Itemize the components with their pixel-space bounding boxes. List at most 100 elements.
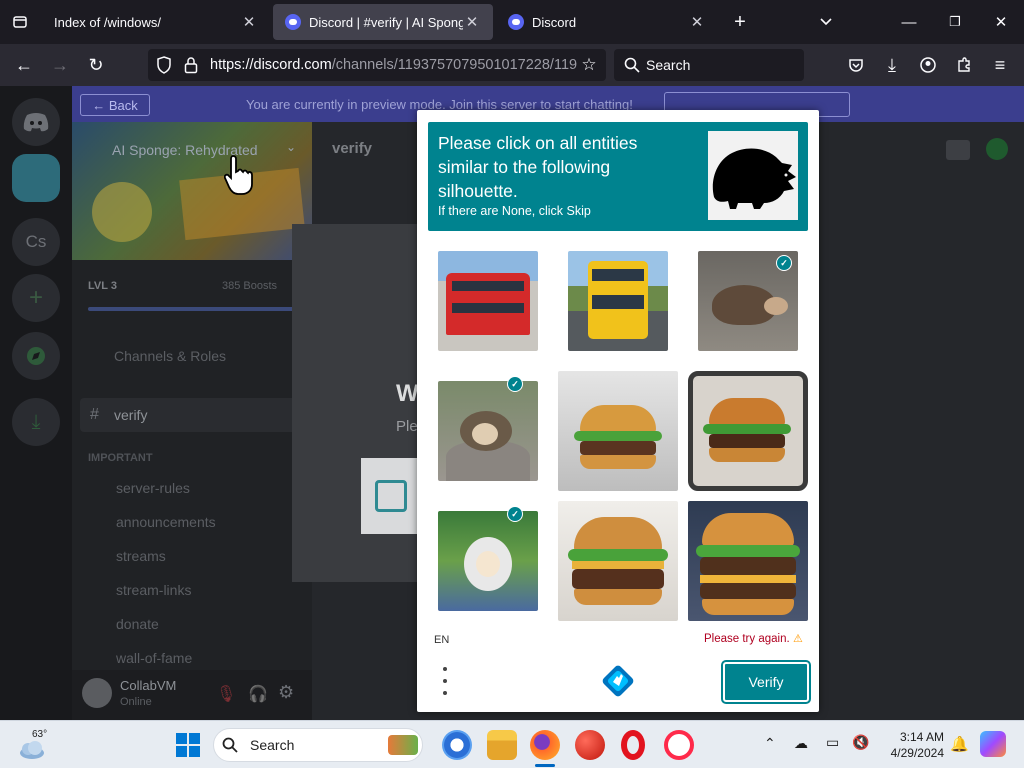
menu-hamburger-icon[interactable]: ≡ [982, 44, 1018, 86]
shield-icon[interactable] [156, 56, 172, 79]
lock-icon[interactable] [184, 56, 198, 79]
server-ai-sponge-icon[interactable] [12, 154, 60, 202]
chrome-like-browser-icon[interactable] [442, 730, 472, 760]
back-arrow-icon: ← [92, 97, 109, 113]
onedrive-icon[interactable]: ☁ [794, 735, 808, 752]
reload-icon[interactable]: ↻ [78, 44, 114, 86]
language-selector[interactable]: EN [434, 634, 449, 646]
system-clock[interactable]: 3:14 AM 4/29/2024 [886, 729, 944, 761]
search-input[interactable]: Search [614, 49, 804, 81]
server-boosts[interactable]: 385 Boosts [222, 280, 277, 292]
settings-gear-icon[interactable]: ⚙ [278, 682, 294, 703]
download-apps-icon[interactable]: ⤓ [12, 398, 60, 446]
help-icon[interactable] [986, 138, 1008, 160]
close-tab-icon[interactable]: ✕ [240, 13, 258, 31]
tab-discord-verify[interactable]: Discord | #verify | AI Sponge: Re ✕ [273, 4, 493, 40]
channel-stream-links[interactable]: stream-links [116, 582, 191, 598]
windows-start-icon[interactable] [176, 733, 200, 762]
tray-chevron-icon[interactable]: ⌃ [764, 735, 776, 752]
firefox-icon[interactable] [530, 730, 560, 760]
spongebob-art [92, 182, 152, 242]
captcha-tile-selected[interactable]: ✓ [688, 241, 808, 361]
cheese [572, 561, 664, 569]
tab-discord[interactable]: Discord ✕ [496, 4, 718, 40]
background-checkbox[interactable] [375, 480, 407, 512]
pocket-icon[interactable] [838, 44, 874, 86]
restore-icon[interactable]: ❐ [932, 0, 978, 44]
downloads-icon[interactable]: ⤓ [874, 44, 910, 86]
captcha-tile[interactable] [688, 371, 808, 491]
guild-sidebar: Cs + ⤓ [0, 86, 72, 720]
channels-roles-link[interactable]: Channels & Roles [114, 348, 226, 364]
close-tab-icon[interactable]: ✕ [463, 13, 481, 31]
captcha-tile[interactable] [558, 371, 678, 491]
account-icon[interactable] [910, 44, 946, 86]
channel-name: verify [114, 407, 148, 423]
bookmark-star-icon[interactable]: ☆ [571, 44, 607, 86]
captcha-tile[interactable] [558, 501, 678, 621]
active-channel-row[interactable]: # verify [80, 398, 306, 432]
extensions-icon[interactable] [946, 44, 982, 86]
captcha-tile[interactable] [428, 241, 548, 361]
captcha-tile-selected[interactable]: ✓ [428, 501, 548, 621]
explore-icon[interactable] [12, 332, 60, 380]
bun-bottom [709, 448, 785, 462]
error-message: Please try again. [704, 633, 790, 645]
hedgehog-painting-image [438, 511, 538, 611]
close-tab-icon[interactable]: ✕ [688, 13, 706, 31]
red-ball-app-icon[interactable] [575, 730, 605, 760]
windows-taskbar: 63° Search ⌃ ☁ ▭ 🔇 3:14 AM 4/29/2024 🔔 [0, 720, 1024, 768]
server-menu-chevron-icon[interactable]: ⌄ [286, 140, 296, 154]
close-window-icon[interactable]: ✕ [978, 0, 1024, 44]
inbox-icon[interactable] [946, 140, 970, 160]
tab-overflow-chevron-icon[interactable] [804, 0, 848, 44]
user-panel: CollabVM Online 🎙 🎧 ⚙ [72, 670, 312, 720]
verify-button[interactable]: Verify [721, 660, 811, 704]
category-label: IMPORTANT [88, 452, 153, 464]
display-icon[interactable]: ▭ [826, 734, 839, 751]
back-arrow-icon[interactable]: ← [6, 44, 42, 86]
channel-server-rules[interactable]: server-rules [116, 480, 190, 496]
captcha-tile[interactable] [558, 241, 678, 361]
tab-list-icon[interactable] [0, 0, 40, 44]
channel-donate[interactable]: donate [116, 616, 159, 632]
notification-bell-icon[interactable]: 🔔 [950, 735, 969, 753]
burger-image [558, 501, 678, 621]
menu-dots-icon[interactable] [441, 667, 449, 695]
new-tab-icon[interactable]: + [718, 0, 762, 44]
channel-sidebar: AI Sponge: Rehydrated ⌄ LVL 3 385 Boosts… [72, 122, 312, 720]
volume-muted-icon[interactable]: 🔇 [852, 734, 869, 751]
discord-home-icon[interactable] [12, 98, 60, 146]
avatar[interactable] [82, 678, 112, 708]
copilot-icon[interactable] [980, 731, 1006, 757]
headphones-icon[interactable]: 🎧 [248, 684, 268, 704]
patty [572, 569, 664, 589]
bus-image [568, 251, 668, 351]
opera-icon[interactable] [621, 730, 645, 760]
channel-streams[interactable]: streams [116, 548, 166, 564]
back-button[interactable]: ← Back [80, 94, 150, 116]
tab-index-windows[interactable]: Index of /windows/ ✕ [42, 4, 270, 40]
captcha-tile-selected[interactable]: ✓ [428, 371, 548, 491]
add-server-icon[interactable]: + [12, 274, 60, 322]
taskbar-search[interactable]: Search [213, 728, 423, 762]
forward-arrow-icon[interactable]: → [42, 44, 78, 86]
server-level: LVL 3 [88, 280, 117, 292]
tab-label: Index of /windows/ [54, 14, 161, 30]
channel-wall-of-fame[interactable]: wall-of-fame [116, 650, 192, 666]
channel-announcements[interactable]: announcements [116, 514, 216, 530]
temperature: 63° [32, 729, 48, 740]
mute-mic-icon[interactable]: 🎙 [216, 684, 236, 704]
burger-image [688, 501, 808, 621]
weather-widget[interactable]: 63° [16, 727, 56, 763]
bun-bottom [702, 599, 794, 615]
captcha-tile[interactable] [688, 501, 808, 621]
server-cs-icon[interactable]: Cs [12, 218, 60, 266]
opera-gx-icon[interactable] [664, 730, 694, 760]
file-explorer-icon[interactable] [487, 730, 517, 760]
url-bar[interactable]: https://discord.com/channels/11937570795… [148, 49, 606, 81]
bus-window-row [452, 281, 524, 291]
hash-icon: # [90, 406, 99, 423]
hcaptcha-logo-icon[interactable] [601, 664, 635, 698]
minimize-icon[interactable]: — [886, 0, 932, 44]
